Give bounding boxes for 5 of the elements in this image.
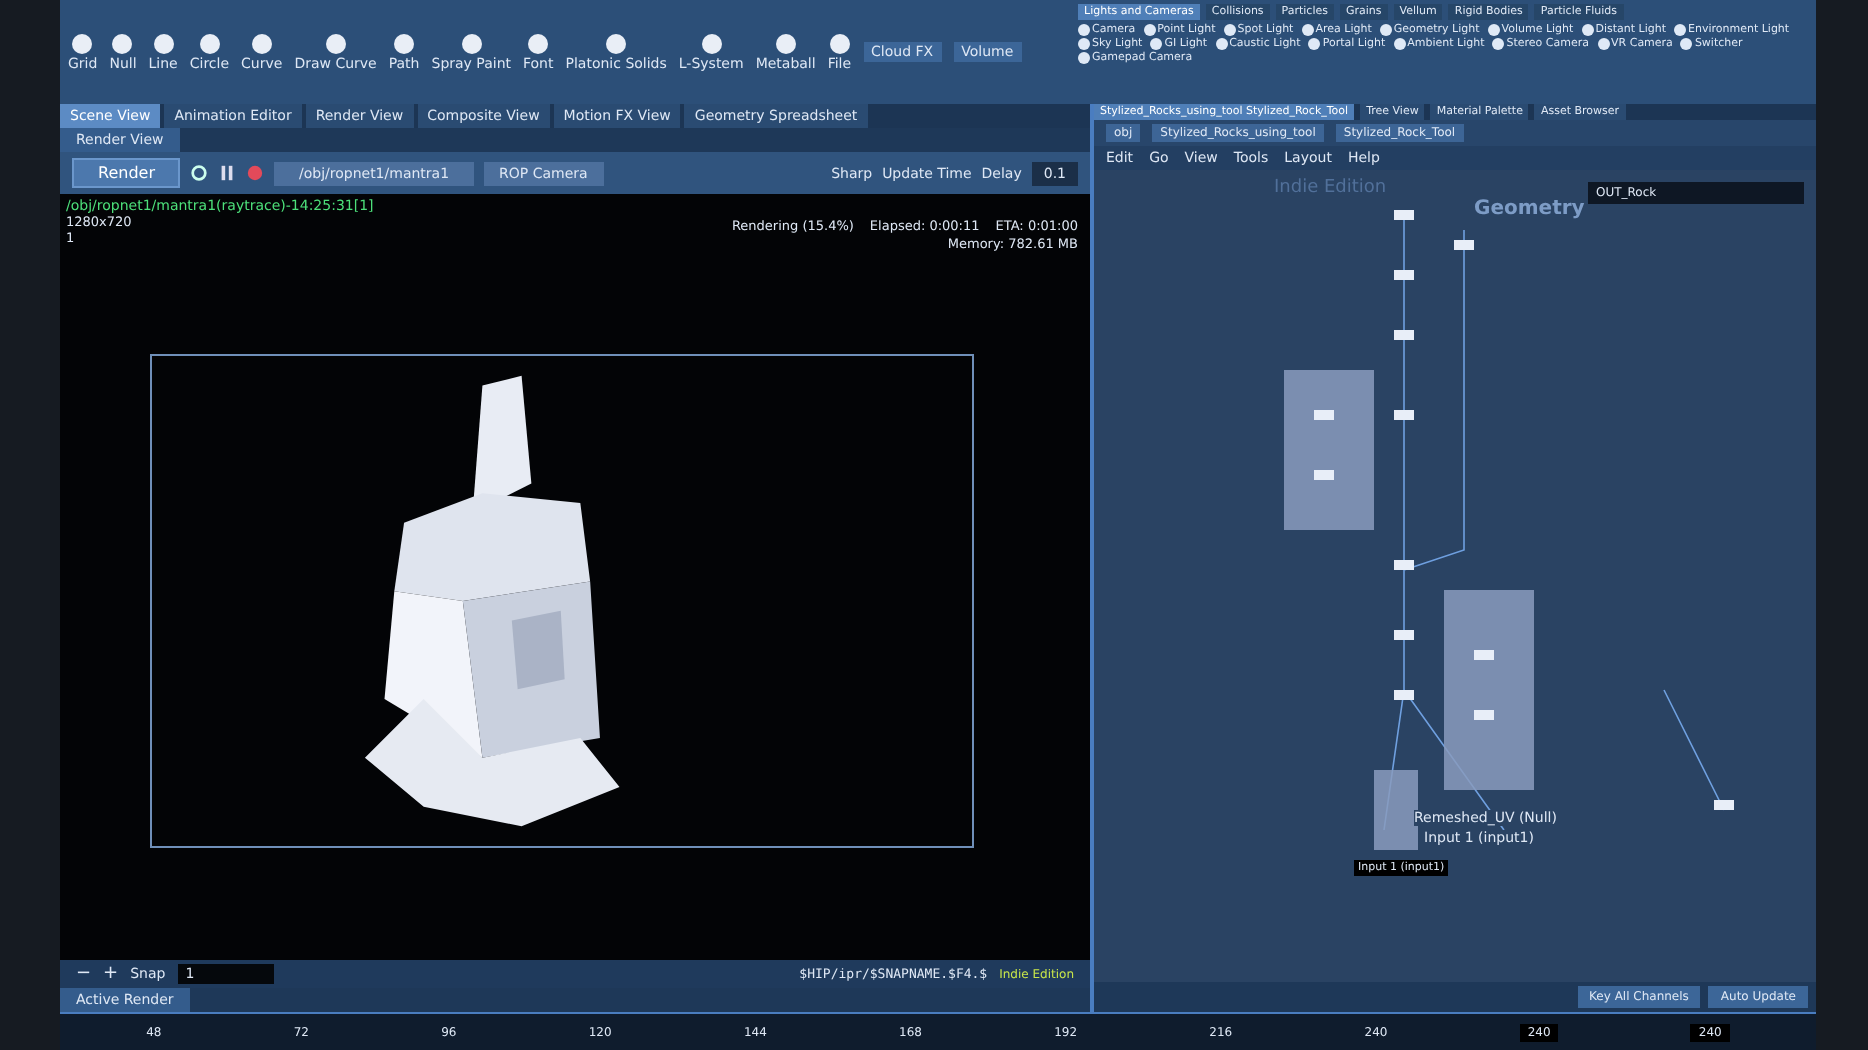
zoom-in-button[interactable]: + — [103, 964, 119, 984]
pause-icon[interactable] — [218, 164, 237, 182]
zoom-out-button[interactable]: − — [76, 964, 92, 984]
context-label: Geometry — [1474, 198, 1585, 220]
render-button[interactable]: Render — [72, 158, 181, 188]
